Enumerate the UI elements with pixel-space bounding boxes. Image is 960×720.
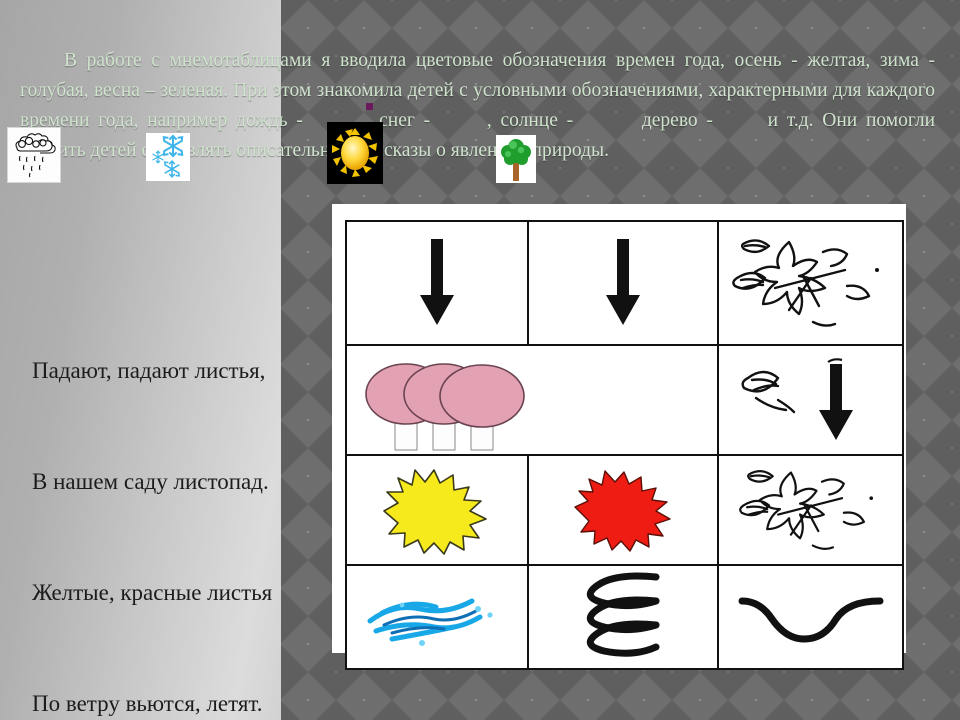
table-row [345, 344, 904, 456]
falling-leaves-icon [719, 456, 902, 564]
black-spiral-coil-icon [529, 566, 717, 668]
purple-marker-dot [366, 103, 373, 110]
cell-letyat [717, 564, 904, 670]
black-curve-swoosh-icon [719, 566, 902, 668]
cell-zheltye [345, 454, 529, 566]
rain-cloud-icon [7, 127, 61, 183]
cell-po-vetru [345, 564, 529, 670]
poem-line-2: В нашем саду листопад. [32, 469, 269, 494]
cell-listya [717, 220, 904, 346]
cell-vyutsya [527, 564, 719, 670]
pink-trees-garden-icon [347, 346, 717, 454]
paragraph-segment-4: дерево - [641, 110, 713, 131]
falling-leaves-icon [719, 222, 902, 344]
poem-line-4: По ветру вьются, летят. [32, 691, 263, 716]
snowflake-icon [146, 133, 190, 181]
mnemonic-table [345, 220, 904, 670]
cell-listopad [717, 344, 904, 456]
cell-krasnye [527, 454, 719, 566]
blue-wind-swirl-icon [347, 566, 527, 668]
cell-padayut-2 [527, 220, 719, 346]
poem-line-3: Желтые, красные листья [32, 580, 273, 605]
cell-v-nashem-sadu [345, 344, 719, 456]
leaf-with-down-arrow-icon [719, 346, 902, 454]
tree-icon [496, 135, 536, 183]
slide-canvas: В работе с мнемотаблицами я вводила цвет… [0, 0, 960, 720]
yellow-star-burst-icon [347, 456, 527, 564]
table-row [345, 220, 904, 346]
paragraph-segment-3: , солнце - [486, 110, 574, 131]
cell-padayut [345, 220, 529, 346]
mnemonic-table-image [332, 204, 906, 670]
red-star-burst-icon [529, 456, 717, 564]
sun-icon [327, 122, 383, 184]
cell-listya-2 [717, 454, 904, 566]
poem-block: Падают, падают листья, В нашем саду лист… [32, 278, 272, 720]
poem-line-1: Падают, падают листья, [32, 358, 266, 383]
down-arrow-icon [347, 222, 527, 344]
table-row [345, 564, 904, 670]
table-row [345, 454, 904, 566]
down-arrow-icon [529, 222, 717, 344]
